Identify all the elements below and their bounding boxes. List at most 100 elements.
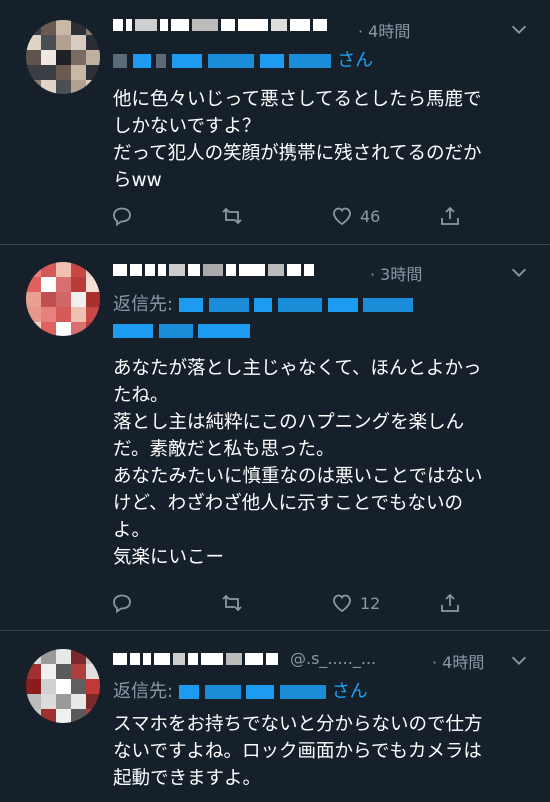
reply-button[interactable]: [110, 204, 134, 228]
avatar-pixel: [56, 262, 72, 278]
avatar-pixel: [86, 664, 100, 680]
tweet-time[interactable]: · 4時間: [358, 18, 410, 42]
avatar-pixel: [71, 322, 87, 336]
avatar-pixel: [56, 664, 72, 680]
retweet-button[interactable]: [220, 204, 244, 228]
tweet-3[interactable]: @.s_....._... · 4時間 返信先: さん スマホをお持ちでないと分…: [0, 631, 550, 802]
avatar-pixel: [41, 694, 57, 710]
avatar-pixel: [71, 262, 87, 278]
tweet-1[interactable]: · 4時間 さん 他に色々いじって悪さしてるとしたら馬鹿で しかないですよ？ だ…: [0, 0, 550, 244]
avatar-pixel: [86, 292, 100, 308]
avatar-pixel: [41, 65, 57, 81]
tweet-2[interactable]: · 3時間 返信先: あなたが落とし主じゃなくて、ほんとよかっ たね。 落とし主…: [0, 245, 550, 630]
avatar-pixel: [56, 292, 72, 308]
share-button[interactable]: [438, 591, 462, 615]
like-count: 46: [360, 206, 381, 226]
avatar-pixel: [26, 664, 42, 680]
avatar-pixel: [26, 80, 42, 94]
reply-icon: [113, 594, 131, 614]
reply-prefix: 返信先:: [113, 294, 174, 315]
reply-to-line: 返信先:: [113, 290, 414, 316]
avatar-pixel: [26, 679, 42, 695]
avatar-pixel: [71, 307, 87, 323]
avatar-pixel: [86, 277, 100, 293]
avatar-pixel: [56, 50, 72, 66]
avatar-pixel: [26, 20, 42, 36]
avatar-pixel: [26, 694, 42, 710]
avatar-pixel: [41, 80, 57, 94]
avatar-pixel: [26, 649, 42, 665]
chevron-down-icon[interactable]: [508, 18, 530, 40]
retweet-button[interactable]: [220, 591, 244, 615]
avatar-pixel: [56, 709, 72, 723]
avatar-pixel: [71, 35, 87, 51]
avatar-pixel: [86, 709, 100, 723]
avatar-pixel: [41, 50, 57, 66]
avatar[interactable]: [26, 20, 100, 94]
avatar-pixel: [41, 322, 57, 336]
avatar-pixel: [56, 649, 72, 665]
avatar-pixel: [56, 35, 72, 51]
retweet-icon: [222, 207, 242, 225]
avatar-pixel: [71, 65, 87, 81]
reply-button[interactable]: [110, 591, 134, 615]
avatar-pixel: [41, 664, 57, 680]
avatar[interactable]: [26, 262, 100, 336]
avatar-pixel: [26, 322, 42, 336]
reply-prefix: 返信先:: [113, 681, 174, 702]
reply-to-line: さん: [113, 46, 373, 72]
avatar-pixel: [56, 20, 72, 36]
display-name-pixelated[interactable]: [113, 18, 327, 32]
like-icon: [333, 594, 351, 613]
like-button[interactable]: 46: [330, 204, 380, 228]
tweet-actions: 12: [108, 591, 468, 617]
avatar-pixel: [41, 262, 57, 278]
avatar-pixel: [56, 277, 72, 293]
avatar-pixel: [56, 322, 72, 336]
avatar-pixel: [26, 35, 42, 51]
tweet-time[interactable]: · 3時間: [370, 261, 422, 285]
display-name-pixelated[interactable]: [113, 263, 314, 277]
reply-to-line: 返信先: さん: [113, 677, 368, 703]
handle-fragment: @.s_....._...: [290, 649, 377, 668]
tweet-text: スマホをお持ちでないと分からないので仕方 ないですよね。ロック画面からでもカメラ…: [113, 714, 483, 789]
avatar-pixel: [71, 679, 87, 695]
tweet-time[interactable]: · 4時間: [432, 649, 484, 673]
mention-suffix[interactable]: さん: [337, 50, 373, 71]
avatar-pixel: [26, 307, 42, 323]
avatar-pixel: [41, 679, 57, 695]
avatar-pixel: [26, 65, 42, 81]
like-icon: [333, 207, 351, 226]
avatar-pixel: [41, 277, 57, 293]
avatar-pixel: [71, 694, 87, 710]
avatar-pixel: [86, 694, 100, 710]
avatar-pixel: [86, 20, 100, 36]
avatar-pixel: [56, 307, 72, 323]
avatar-pixel: [56, 694, 72, 710]
retweet-icon: [222, 594, 242, 612]
reply-icon: [113, 207, 131, 227]
avatar-pixel: [56, 65, 72, 81]
share-button[interactable]: [438, 204, 462, 228]
avatar-pixel: [26, 262, 42, 278]
avatar-pixel: [56, 679, 72, 695]
avatar-pixel: [41, 307, 57, 323]
avatar-pixel: [86, 50, 100, 66]
chevron-down-icon[interactable]: [508, 261, 530, 283]
tweet-actions: 46: [108, 204, 468, 230]
avatar-pixel: [41, 20, 57, 36]
avatar-pixel: [71, 649, 87, 665]
avatar-pixel: [71, 277, 87, 293]
avatar[interactable]: [26, 649, 100, 723]
avatar-pixel: [56, 80, 72, 94]
avatar-pixel: [71, 709, 87, 723]
chevron-down-icon[interactable]: [508, 649, 530, 671]
like-button[interactable]: 12: [330, 591, 380, 615]
display-name-pixelated[interactable]: [113, 652, 278, 666]
mention-suffix[interactable]: さん: [332, 681, 368, 702]
avatar-pixel: [86, 65, 100, 81]
avatar-pixel: [71, 664, 87, 680]
avatar-pixel: [71, 292, 87, 308]
avatar-pixel: [71, 20, 87, 36]
avatar-pixel: [26, 50, 42, 66]
